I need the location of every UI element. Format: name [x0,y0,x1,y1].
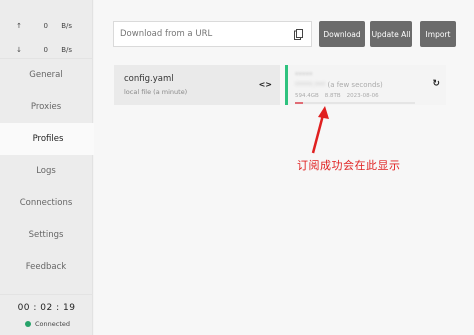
profile-card-remote[interactable]: ***** *****.*** (a few seconds) 594.4GB … [285,65,446,105]
profiles-panel: Download Update All Import config.yaml l… [94,0,474,335]
sidebar-item-feedback[interactable]: Feedback [0,251,92,283]
upload-unit: B/s [61,22,72,30]
sidebar-item-connections[interactable]: Connections [0,187,92,219]
import-button[interactable]: Import [420,21,456,47]
upload-value: 0 [43,22,48,30]
download-arrow-icon: ↓ [16,46,22,54]
download-button[interactable]: Download [319,21,365,47]
annotation-text: 订阅成功会在此显示 [297,159,401,172]
profile-host-blurred: *****.*** [295,81,326,89]
url-field[interactable] [113,21,312,47]
uptime-clock: 00 : 02 : 19 [0,294,93,313]
sidebar: ↑ 0 B/s ↓ 0 B/s General Proxies Profiles… [0,0,96,335]
download-unit: B/s [61,46,72,54]
update-all-button[interactable]: Update All [370,21,412,47]
paste-icon[interactable] [294,29,303,40]
app-window: ⚲ — ✕ ↑ 0 B/s ↓ 0 B/s General Proxies Pr… [0,0,474,335]
profile-name: ***** [295,71,313,79]
annotation-arrow-icon [311,106,329,154]
sidebar-item-logs[interactable]: Logs [0,155,92,187]
sidebar-nav: General Proxies Profiles Logs Connection… [0,58,96,283]
profile-meta: local file (a minute) [124,88,188,96]
profile-expires: 2023-08-06 [346,93,379,99]
upload-arrow-icon: ↑ [16,22,22,30]
profile-used: 594.4GB [295,93,319,99]
sidebar-item-settings[interactable]: Settings [0,219,92,251]
sidebar-item-profiles[interactable]: Profiles [0,123,96,155]
download-value: 0 [43,46,48,54]
profile-card-local[interactable]: config.yaml local file (a minute) <> [114,65,280,105]
sidebar-item-general[interactable]: General [0,59,92,91]
profile-updated: (a few seconds) [327,81,383,89]
profile-total: 8.8TB [324,93,341,99]
connection-dot-icon [25,321,31,327]
refresh-icon[interactable]: ↻ [432,79,440,89]
profile-host: *****.*** (a few seconds) [295,81,383,89]
usage-bar [295,102,415,104]
usage-bar-fill [295,102,304,104]
profile-stats: 594.4GB 8.8TB 2023-08-06 [295,93,379,99]
url-input[interactable] [120,29,290,39]
code-edit-icon[interactable]: <> [259,80,272,89]
sidebar-item-proxies[interactable]: Proxies [0,91,92,123]
connection-label: Connected [35,320,71,328]
upload-speed: ↑ 0 B/s [0,14,92,38]
traffic-meter: ↑ 0 B/s ↓ 0 B/s [0,0,92,58]
connection-status: Connected [25,320,70,328]
profile-name: config.yaml [124,74,174,84]
